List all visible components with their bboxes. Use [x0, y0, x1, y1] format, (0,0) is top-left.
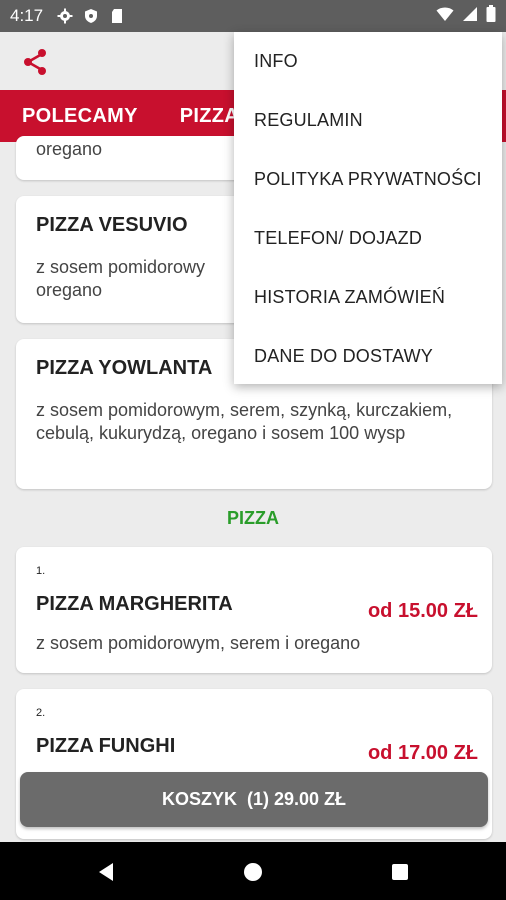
- menu-item-privacy-policy[interactable]: POLITYKA PRYWATNOŚCI: [234, 150, 502, 209]
- item-title: PIZZA FUNGHI: [36, 735, 176, 757]
- menu-item-regulamin[interactable]: REGULAMIN: [234, 91, 502, 150]
- item-title: PIZZA MARGHERITA: [36, 593, 233, 615]
- item-description: z sosem pomidorowym, serem, szynką, kurc…: [36, 400, 453, 443]
- status-time: 4:17: [10, 6, 44, 25]
- signal-icon: [462, 6, 478, 27]
- home-button[interactable]: [242, 861, 264, 883]
- home-icon: [244, 863, 262, 881]
- menu-item-info[interactable]: INFO: [234, 32, 502, 91]
- status-bar: 4:17: [0, 0, 506, 32]
- wifi-icon: [436, 6, 454, 27]
- item-number: 2.: [36, 707, 46, 719]
- battery-icon: [486, 5, 496, 27]
- sd-card-icon: [109, 8, 125, 24]
- item-description: z sosem pomidorowym, serem i oregano: [36, 633, 361, 653]
- menu-item-phone-directions[interactable]: TELEFON/ DOJAZD: [234, 209, 502, 268]
- item-price: od 15.00 ZŁ: [367, 600, 478, 622]
- menu-item-card[interactable]: 1. PIZZA MARGHERITA od 15.00 ZŁ z sosem …: [16, 547, 492, 673]
- settings-icon: [57, 8, 73, 24]
- overflow-menu: INFO REGULAMIN POLITYKA PRYWATNOŚCI TELE…: [234, 32, 502, 384]
- recents-button[interactable]: [389, 861, 411, 883]
- navigation-bar: [0, 842, 506, 900]
- cart-button[interactable]: KOSZYK (1) 29.00 ZŁ: [20, 772, 488, 827]
- share-button[interactable]: [20, 47, 50, 77]
- section-heading: PIZZA: [227, 508, 279, 528]
- share-icon: [24, 49, 46, 75]
- item-title: PIZZA VESUVIO: [36, 214, 188, 236]
- menu-item-order-history[interactable]: HISTORIA ZAMÓWIEŃ: [234, 268, 502, 327]
- item-number: 1.: [36, 565, 46, 577]
- shield-icon: [83, 8, 99, 24]
- tab-polecamy[interactable]: POLECAMY: [22, 105, 138, 128]
- item-price: od 17.00 ZŁ: [367, 742, 478, 764]
- tab-pizza[interactable]: PIZZA: [180, 105, 239, 128]
- back-icon: [99, 863, 113, 881]
- menu-item-delivery-details[interactable]: DANE DO DOSTAWY: [234, 327, 502, 386]
- item-title: PIZZA YOWLANTA: [36, 357, 213, 379]
- back-button[interactable]: [95, 861, 117, 883]
- recents-icon: [392, 864, 408, 880]
